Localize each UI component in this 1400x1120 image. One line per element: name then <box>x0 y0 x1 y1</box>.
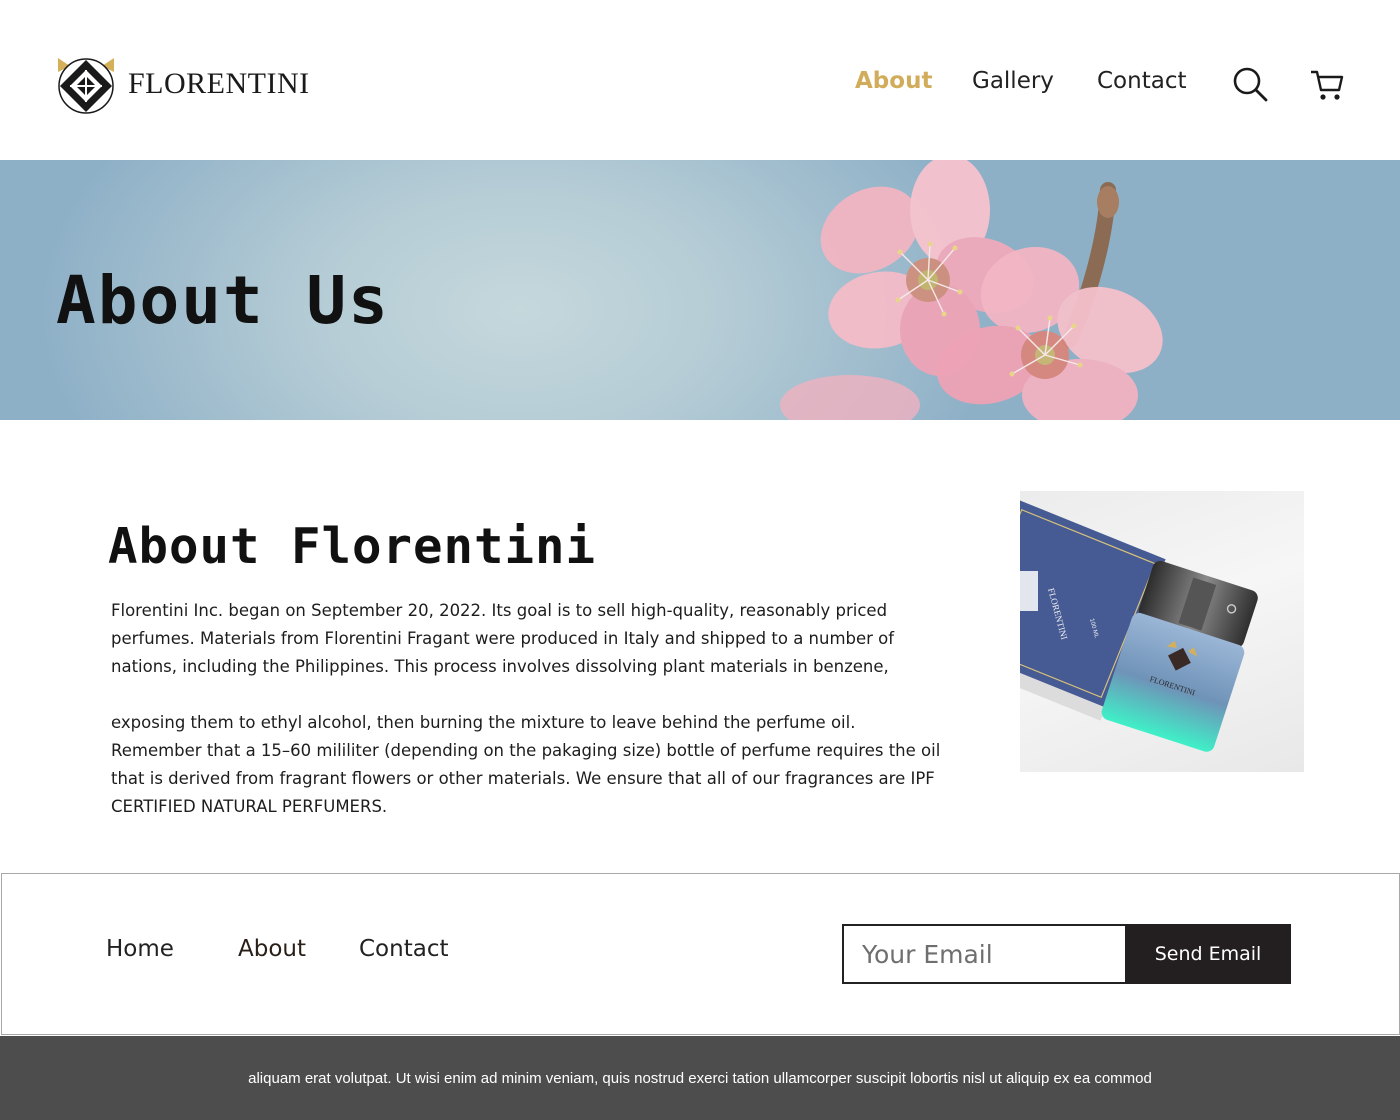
search-icon[interactable] <box>1232 66 1268 102</box>
nav-contact[interactable]: Contact <box>1097 68 1186 102</box>
send-email-button[interactable]: Send Email <box>1125 924 1291 984</box>
footer-link-contact[interactable]: Contact <box>359 936 448 962</box>
florentini-crest-icon <box>58 58 114 114</box>
brand-name: FLORENTINI <box>128 67 310 100</box>
section-title: About Florentini <box>108 518 597 575</box>
product-image: FLORENTINI 100 ML FLORENTINI <box>1020 491 1304 772</box>
nav-gallery[interactable]: Gallery <box>972 68 1054 102</box>
footer-link-about[interactable]: About <box>238 936 306 962</box>
cart-icon[interactable] <box>1309 66 1345 102</box>
hero-banner: About Us <box>0 160 1400 420</box>
hero-title: About Us <box>56 262 390 339</box>
site-footer: Home About Contact Send Email <box>1 873 1400 1035</box>
about-paragraph: exposing them to ethyl alcohol, then bur… <box>111 713 941 816</box>
nav-about[interactable]: About <box>855 68 932 102</box>
site-header: FLORENTINI About Gallery Contact <box>0 0 1400 160</box>
footer-link-home[interactable]: Home <box>106 936 174 962</box>
about-paragraph: Florentini Inc. began on September 20, 2… <box>111 601 895 676</box>
perfume-product-photo: FLORENTINI 100 ML FLORENTINI <box>1020 499 1258 752</box>
footer-copy-text: aliquam erat volutpat. Ut wisi enim ad m… <box>248 1070 1152 1087</box>
email-input[interactable] <box>842 924 1126 984</box>
brand-logo[interactable]: FLORENTINI <box>56 54 310 114</box>
bottom-bar: aliquam erat volutpat. Ut wisi enim ad m… <box>0 1036 1400 1120</box>
